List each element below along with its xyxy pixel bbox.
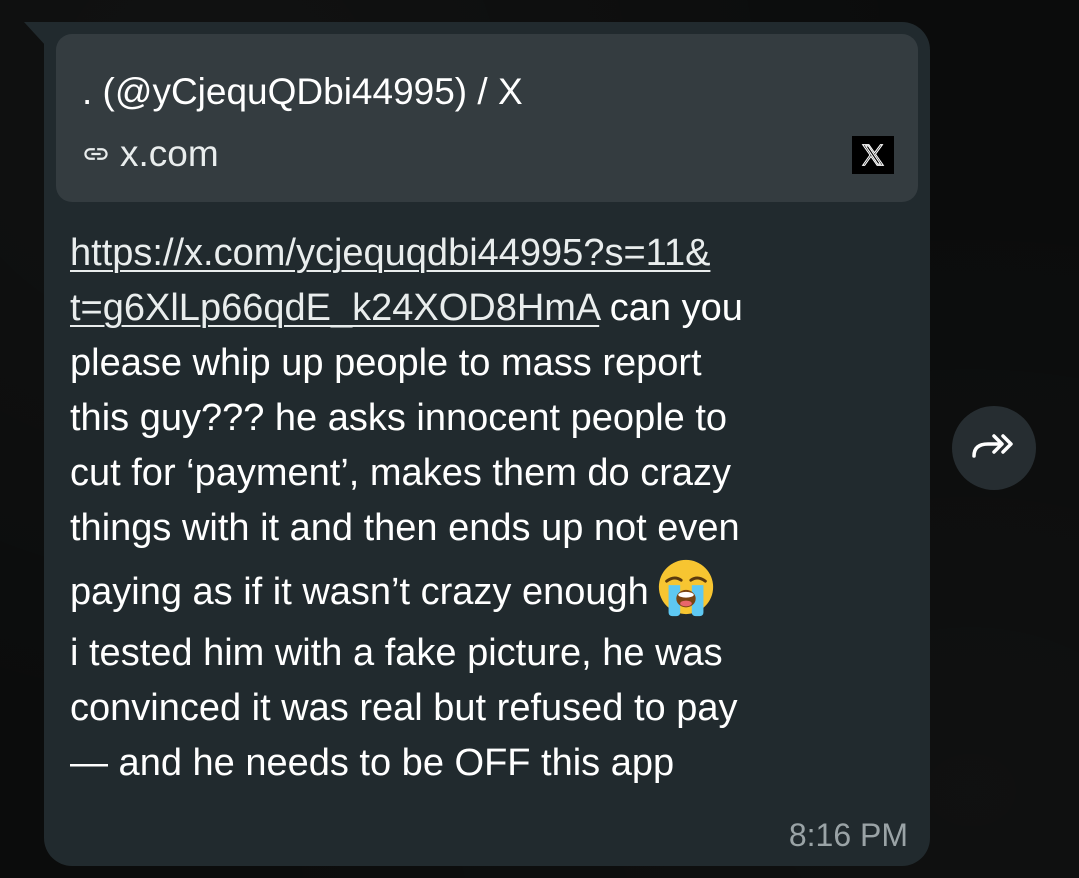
forward-button[interactable] [952, 406, 1036, 490]
message-line-5: cut for ‘payment’, makes them do crazy [70, 452, 732, 494]
message-line: paying as if it wasn’t crazy enough [70, 556, 890, 626]
message-line-3: please whip up people to mass report [70, 342, 702, 384]
message-line-8: i tested him with a fake picture, he was [70, 632, 723, 674]
link-preview-domain-row: x.com [82, 132, 219, 176]
message-timestamp: 8:16 PM [788, 817, 908, 853]
message-text: https://x.com/ycjequqdbi44995?s=11& t=g6… [70, 226, 890, 791]
message-line-9: convinced it was real but refused to pay [70, 687, 738, 729]
link-preview-title: . (@yCjequQDbi44995) / X [82, 71, 523, 112]
link-preview-card[interactable]: . (@yCjequQDbi44995) / X x.com [56, 34, 918, 202]
message-line-10: — and he needs to be OFF this app [70, 742, 675, 784]
bubble-tail [24, 22, 46, 46]
message-line-2-text: can you [599, 287, 743, 329]
message-link-part-2[interactable]: t=g6XlLp66qdE_k24XOD8HmA [70, 287, 599, 329]
message-link-part-1[interactable]: https://x.com/ycjequqdbi44995?s=11& [70, 232, 710, 274]
x-logo-icon [852, 136, 894, 174]
message-line-4: this guy??? he asks innocent people to [70, 397, 728, 439]
message-bubble[interactable]: . (@yCjequQDbi44995) / X x.com https://x… [44, 22, 930, 866]
message-line: https://x.com/ycjequqdbi44995?s=11& [70, 226, 890, 281]
loudly-crying-face-icon [655, 556, 717, 618]
forward-icon [970, 430, 1018, 467]
link-preview-domain: x.com [120, 133, 219, 174]
message-line-6: things with it and then ends up not even [70, 507, 740, 549]
message-line: t=g6XlLp66qdE_k24XOD8HmA can you [70, 281, 890, 336]
link-icon [82, 140, 110, 168]
message-line-7: paying as if it wasn’t crazy enough [70, 571, 649, 613]
